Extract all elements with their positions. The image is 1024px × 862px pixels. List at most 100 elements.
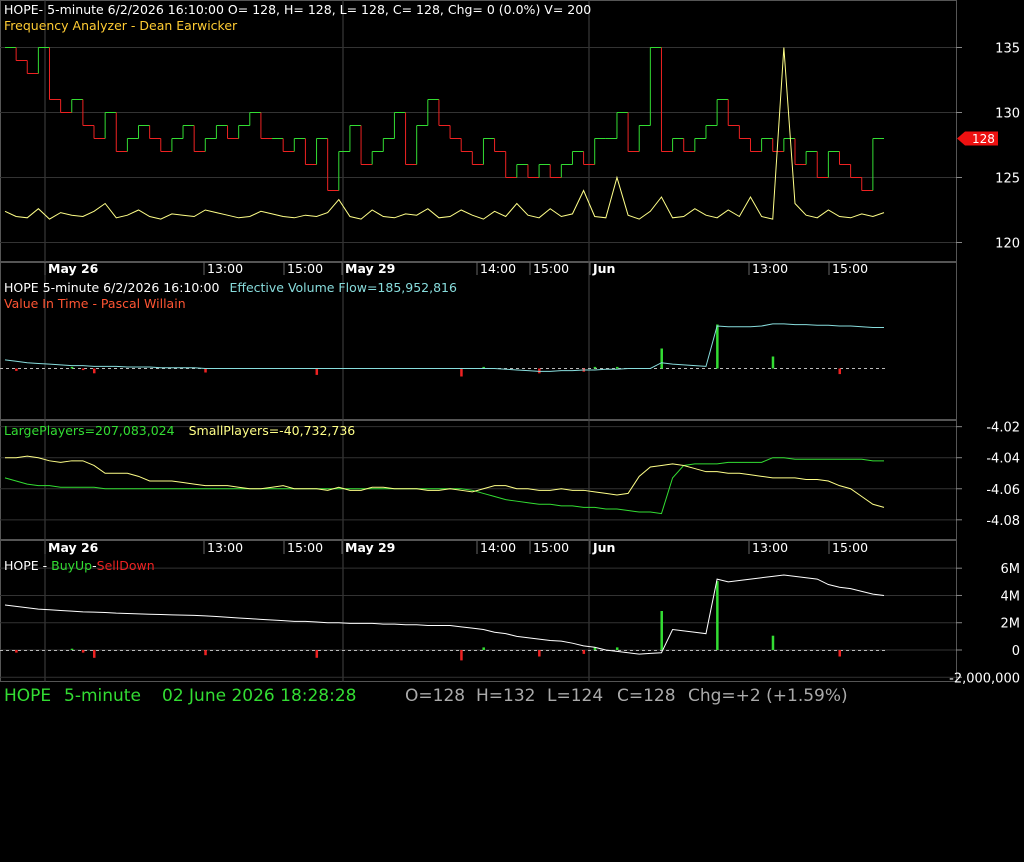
- time-tick-label: May 26: [48, 261, 99, 276]
- buyup-tick-label: 2M: [1001, 617, 1021, 632]
- buyup-selldown-header: HOPE - BuyUp-SellDown: [4, 558, 155, 573]
- time-tick-label: 15:00: [832, 261, 868, 276]
- status-high: H=132: [476, 686, 536, 706]
- evf-ticker-line: HOPE 5-minute 6/2/2026 16:10:00: [4, 280, 219, 295]
- price-tick-label: 125: [995, 172, 1020, 187]
- price-y-axis: 135 130 125 120: [956, 42, 1020, 252]
- status-bar: HOPE 5-minute 02 June 2026 18:28:28 O=12…: [0, 682, 1024, 720]
- indicator-title-frequency-analyzer: Frequency Analyzer - Dean Earwicker: [4, 18, 238, 33]
- status-datetime: 02 June 2026 18:28:28: [162, 686, 357, 706]
- buyup-prefix: HOPE -: [4, 558, 51, 573]
- selldown-bar: [315, 650, 319, 658]
- time-tick-label: May 26: [48, 540, 99, 555]
- selldown-bar: [81, 650, 85, 653]
- buyup-tick-label: 0: [1012, 644, 1020, 659]
- selldown-bar: [538, 650, 541, 657]
- time-tick-label: 15:00: [832, 540, 868, 555]
- time-tick-label: 13:00: [752, 261, 788, 276]
- vit-bar-positive: [70, 366, 74, 369]
- panel-border-3: [0, 420, 957, 540]
- players-panel[interactable]: LargePlayers=207,083,024 SmallPlayers=-40…: [4, 421, 1020, 529]
- price-tick-label: 120: [995, 237, 1020, 252]
- status-close: C=128: [617, 686, 676, 706]
- vit-bar-positive: [660, 348, 663, 369]
- vit-bar-negative: [315, 368, 319, 375]
- time-tick-label: 14:00: [480, 540, 516, 555]
- buyup-bar: [482, 647, 485, 650]
- players-tick-label: -4.06: [986, 483, 1020, 498]
- buyup-bar: [716, 581, 719, 650]
- players-tick-label: -4.04: [986, 452, 1020, 467]
- vit-bar-negative: [81, 368, 85, 371]
- chart-canvas[interactable]: HOPE- 5-minute 6/2/2026 16:10:00 O= 128,…: [0, 0, 1024, 720]
- time-tick-label: 15:00: [287, 540, 323, 555]
- players-panel-header: LargePlayers=207,083,024 SmallPlayers=-40…: [4, 423, 355, 438]
- price-tick-label: 135: [995, 42, 1020, 57]
- selldown-bar: [582, 650, 586, 654]
- small-players-line: [5, 455, 885, 508]
- players-tick-label: -4.02: [986, 421, 1020, 436]
- buyup-selldown-line: [4, 574, 885, 655]
- last-price-tag-text: 128: [972, 132, 995, 146]
- status-open: O=128: [405, 686, 466, 706]
- time-tick-label: Jun: [592, 540, 615, 555]
- status-low: L=124: [547, 686, 604, 706]
- buyup-bar: [70, 648, 74, 650]
- vit-bar-negative: [838, 368, 841, 375]
- panel-frames: [0, 0, 957, 682]
- selldown-bar: [204, 650, 207, 656]
- panel-border-1: [0, 0, 957, 262]
- frequency-analyzer-line: [4, 47, 885, 220]
- vit-bar-negative: [93, 368, 96, 374]
- buyup-bar: [660, 611, 663, 650]
- time-tick-label: May 29: [345, 540, 395, 555]
- time-axis-bottom: May 26 13:00 15:00 May 29 14:00 15:00 Jun 13:00…: [44, 540, 868, 555]
- vit-bar-negative: [460, 368, 463, 377]
- evf-value-label: Effective Volume Flow=185,952,816: [229, 280, 457, 295]
- grid-lines: [0, 0, 956, 682]
- status-change: Chg=+2 (+1.59%): [688, 686, 848, 706]
- vit-bar-negative: [204, 368, 207, 373]
- selldown-bar: [460, 650, 463, 661]
- selldown-bar: [838, 650, 841, 657]
- selldown-label: SellDown: [97, 558, 155, 573]
- selldown-bar: [15, 650, 18, 653]
- buyup-selldown-bars: [15, 581, 841, 661]
- large-players-label: LargePlayers=207,083,024: [4, 423, 175, 438]
- time-tick-label: 15:00: [287, 261, 323, 276]
- evf-panel-header: HOPE 5-minute 6/2/2026 16:10:00 Effective…: [4, 280, 457, 295]
- buyup-label: BuyUp: [51, 558, 92, 573]
- price-step-series: [5, 47, 884, 191]
- vit-bar-positive: [593, 366, 597, 369]
- price-panel-header: HOPE- 5-minute 6/2/2026 16:10:00 O= 128,…: [4, 2, 591, 17]
- players-tick-label: -4.08: [986, 514, 1020, 529]
- time-tick-label: May 29: [345, 261, 395, 276]
- time-tick-label: Jun: [592, 261, 615, 276]
- vit-bar-positive: [771, 356, 775, 369]
- buyup-bar: [615, 647, 619, 650]
- time-tick-label: 15:00: [533, 261, 569, 276]
- vit-bar-negative: [15, 368, 18, 371]
- players-y-axis: -4.02 -4.04 -4.06 -4.08: [956, 421, 1020, 529]
- buyup-tick-label: 4M: [1001, 589, 1021, 604]
- vit-bar-positive: [615, 366, 619, 369]
- status-interval: 5-minute: [64, 686, 141, 706]
- vit-bar-positive: [716, 324, 719, 369]
- evf-panel[interactable]: HOPE 5-minute 6/2/2026 16:10:00 Effective…: [0, 280, 886, 377]
- last-price-tag: 128: [957, 131, 998, 146]
- small-players-label: SmallPlayers=-40,732,736: [189, 423, 356, 438]
- time-tick-label: 13:00: [207, 540, 243, 555]
- time-tick-label: 15:00: [533, 540, 569, 555]
- large-players-line: [4, 457, 884, 515]
- time-tick-label: 13:00: [752, 540, 788, 555]
- selldown-bar: [93, 650, 96, 658]
- buyup-y-axis: 6M4M2M0-2,000,000: [949, 562, 1020, 686]
- time-tick-label: 14:00: [480, 261, 516, 276]
- price-tick-label: 130: [995, 107, 1020, 122]
- status-ticker: HOPE: [4, 686, 52, 706]
- buyup-selldown-panel[interactable]: HOPE - BuyUp-SellDown 6M4M2M0-2,000,000: [0, 558, 1020, 686]
- value-in-time-title: Value In Time - Pascal Willain: [4, 296, 186, 311]
- time-tick-label: 13:00: [207, 261, 243, 276]
- buyup-bar: [771, 635, 775, 650]
- price-panel[interactable]: HOPE- 5-minute 6/2/2026 16:10:00 O= 128,…: [4, 2, 1020, 252]
